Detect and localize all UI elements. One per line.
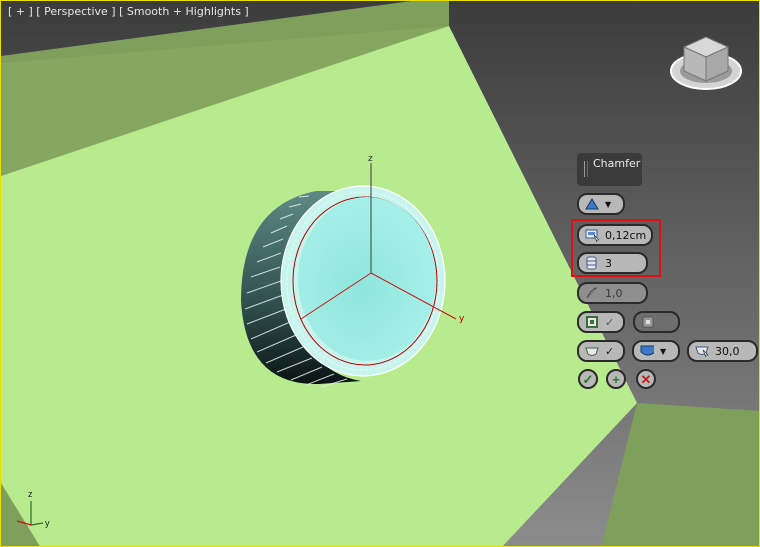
close-icon: ✕ xyxy=(640,371,652,387)
chamfer-type-dropdown[interactable]: ▼ xyxy=(577,193,625,215)
smooth-threshold-value: 30,0 xyxy=(715,344,740,358)
chamfer-tension-field[interactable]: 1,0 xyxy=(577,282,648,304)
caddy-drag-grip[interactable] xyxy=(584,161,588,177)
chamfer-type-icon xyxy=(585,197,599,211)
smooth-type-icon xyxy=(640,344,654,358)
open-chamfer-icon xyxy=(585,315,599,329)
apply-and-continue-button[interactable]: + xyxy=(606,369,626,389)
cylinder-cap xyxy=(298,197,436,361)
smooth-threshold-icon xyxy=(695,344,709,358)
chevron-down-icon: ▼ xyxy=(605,199,612,209)
ok-button[interactable]: ✓ xyxy=(578,369,598,389)
viewport-general-menu[interactable]: [ + ] xyxy=(8,5,33,18)
plus-icon: + xyxy=(612,371,620,387)
viewport-label-menu[interactable]: [ + ] [ Perspective ] [ Smooth + Highlig… xyxy=(8,5,249,18)
perspective-viewport[interactable]: z y [ + ] [ Perspective ] [ Smooth + Hig… xyxy=(0,0,760,547)
viewport-shading-menu[interactable]: [ Smooth + Highlights ] xyxy=(119,5,249,18)
gizmo-z-label: z xyxy=(368,154,373,164)
highlight-annotation-box xyxy=(571,219,661,277)
gizmo-y-label: y xyxy=(459,314,465,324)
checkmark-icon: ✓ xyxy=(582,371,594,387)
check-icon: ✓ xyxy=(605,315,615,329)
check-icon: ✓ xyxy=(605,344,615,358)
viewport-point-of-view-menu[interactable]: [ Perspective ] xyxy=(36,5,115,18)
smooth-toggle[interactable]: ✓ xyxy=(577,340,625,362)
smooth-threshold-field[interactable]: 30,0 xyxy=(687,340,758,362)
world-axis-tripod: z y xyxy=(9,487,59,537)
caddy-title-bar[interactable]: Chamfer xyxy=(577,153,642,186)
isolate-icon xyxy=(641,315,655,329)
isolate-mapping-toggle[interactable] xyxy=(633,311,680,333)
chevron-down-icon: ▼ xyxy=(660,346,667,356)
smooth-type-dropdown[interactable]: ▼ xyxy=(632,340,680,362)
caddy-title: Chamfer xyxy=(593,157,641,170)
smooth-icon xyxy=(585,344,599,358)
axis-y-label: y xyxy=(45,518,50,528)
open-chamfer-toggle[interactable]: ✓ xyxy=(577,311,625,333)
cancel-button[interactable]: ✕ xyxy=(636,369,656,389)
tension-icon xyxy=(585,286,599,300)
chamfer-tension-value: 1,0 xyxy=(605,286,623,300)
axis-z-label: z xyxy=(28,489,33,499)
